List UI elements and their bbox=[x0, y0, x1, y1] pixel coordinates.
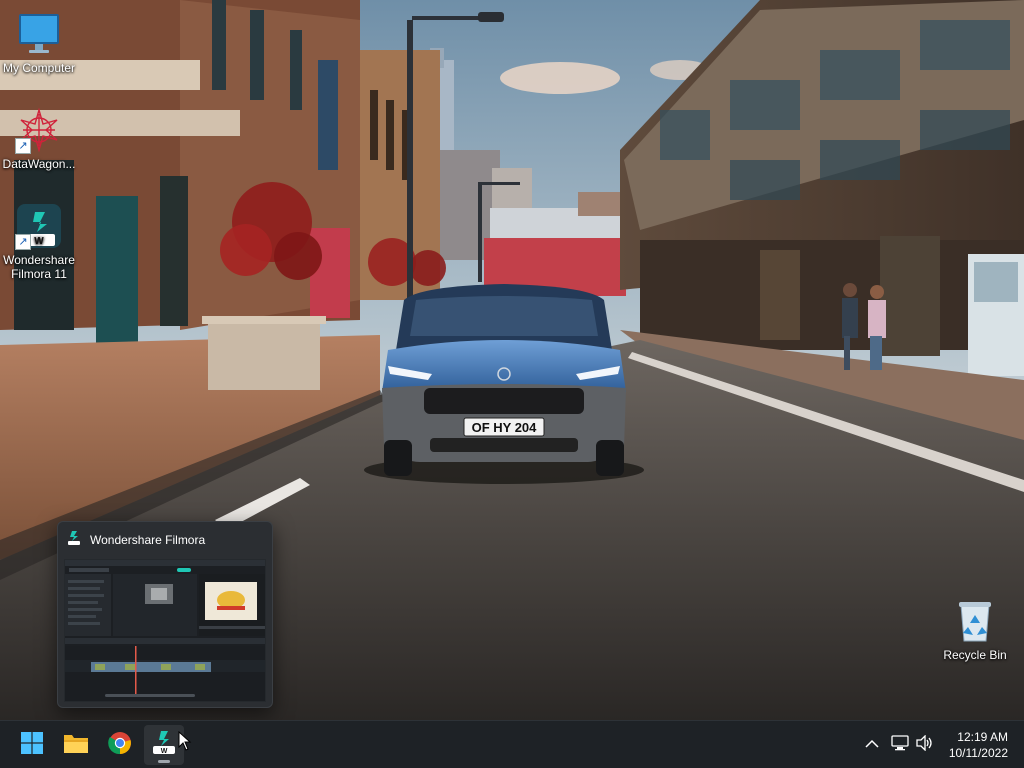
preview-window-thumbnail[interactable] bbox=[64, 559, 266, 702]
shortcut-arrow-icon: ↗ bbox=[15, 234, 31, 250]
system-clock[interactable]: 12:19 AM 10/11/2022 bbox=[949, 729, 1008, 761]
running-indicator bbox=[158, 760, 170, 763]
filmora-icon: W ↗ bbox=[15, 202, 63, 250]
chevron-up-icon bbox=[865, 736, 879, 754]
show-hidden-icons-button[interactable] bbox=[860, 721, 884, 768]
filmora-icon: W bbox=[151, 730, 177, 761]
mouse-cursor-icon bbox=[178, 730, 192, 751]
monitor-icon bbox=[15, 10, 63, 58]
recycle-bin-icon bbox=[951, 597, 999, 645]
desktop-icon-label: Wondershare Filmora 11 bbox=[3, 253, 75, 281]
network-icon bbox=[891, 734, 909, 756]
taskbar-thumbnail-preview[interactable]: Wondershare Filmora bbox=[57, 521, 273, 708]
license-plate: OF HY 204 bbox=[472, 420, 538, 435]
start-button[interactable] bbox=[12, 725, 52, 765]
clock-date: 10/11/2022 bbox=[948, 746, 1008, 760]
desktop-icon-recycle-bin[interactable]: Recycle Bin bbox=[935, 597, 1015, 662]
clock-time: 12:19 AM bbox=[957, 730, 1008, 744]
svg-text:W: W bbox=[161, 748, 168, 755]
preview-window-title: Wondershare Filmora bbox=[90, 533, 206, 547]
desktop-icon-label: Recycle Bin bbox=[943, 648, 1007, 662]
shortcut-arrow-icon: ↗ bbox=[15, 138, 31, 154]
windows-start-icon bbox=[21, 731, 43, 759]
taskbar: W 12:19 AM 10/11/2022 bbox=[0, 720, 1024, 768]
volume-icon bbox=[916, 733, 934, 756]
desktop-icon-filmora[interactable]: W ↗ Wondershare Filmora 11 bbox=[0, 202, 79, 281]
svg-text:W: W bbox=[34, 236, 44, 247]
datawagon-logo-icon: ↗ bbox=[15, 106, 63, 154]
chrome-icon bbox=[108, 731, 132, 760]
desktop-icon-label: My Computer bbox=[2, 61, 76, 75]
filmora-icon bbox=[66, 530, 82, 551]
network-status-button[interactable] bbox=[888, 721, 912, 768]
desktop-icon-datawagon[interactable]: ↗ DataWagon... bbox=[0, 106, 79, 171]
desktop-icon-label: DataWagon... bbox=[2, 157, 76, 171]
desktop-icon-my-computer[interactable]: My Computer bbox=[0, 10, 79, 75]
folder-icon bbox=[63, 732, 89, 759]
taskbar-file-explorer[interactable] bbox=[56, 725, 96, 765]
taskbar-chrome[interactable] bbox=[100, 725, 140, 765]
volume-button[interactable] bbox=[913, 721, 937, 768]
